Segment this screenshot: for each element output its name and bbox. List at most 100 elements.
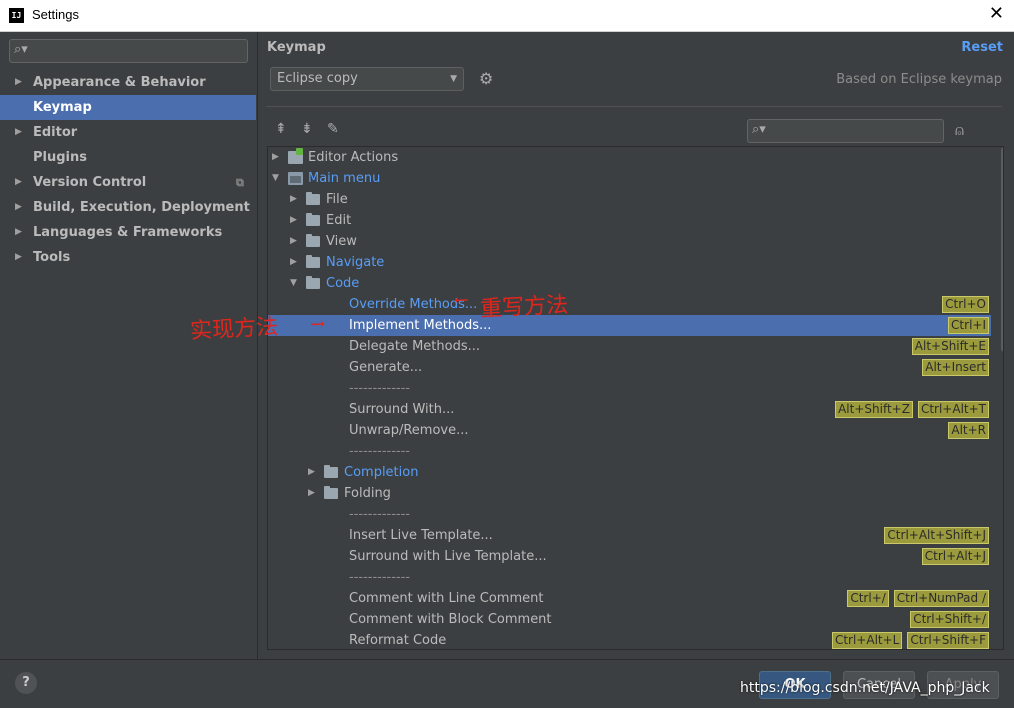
sidebar-item-label: Languages & Frameworks <box>33 225 223 240</box>
based-on-label: Based on Eclipse keymap <box>836 72 1002 87</box>
keymap-select[interactable]: Eclipse copy ▼ <box>270 67 464 91</box>
tree-row[interactable]: Generate... Alt+Insert <box>268 357 991 378</box>
tree-row[interactable]: Comment with Line Comment Ctrl+/Ctrl+NumP… <box>268 588 991 609</box>
settings-search-input[interactable] <box>36 41 240 61</box>
tree-row-label: Reformat Code <box>349 633 447 648</box>
tree-row[interactable]: Implement Methods... Ctrl+I <box>268 315 991 336</box>
tree-row[interactable]: Comment with Block Comment Ctrl+Shift+/ <box>268 609 991 630</box>
tree-row-label: Comment with Line Comment <box>349 591 544 606</box>
tree-row-label: Code <box>326 276 360 291</box>
action-tree: ▶ Editor Actions ▼ Main menu ▶ File ▶ Edit ▶ View… <box>267 146 1004 650</box>
find-by-shortcut-icon[interactable]: ⍝ <box>955 121 964 139</box>
shortcut-list: Ctrl+Alt+Shift+J <box>884 525 989 546</box>
shortcut-list: Alt+Insert <box>922 357 989 378</box>
edit-shortcut-icon[interactable]: ✎ <box>327 121 339 137</box>
tree-row[interactable]: ▶ View <box>268 231 991 252</box>
reset-link[interactable]: Reset <box>961 40 1003 55</box>
chevron-down-icon[interactable]: ▼ <box>290 273 297 294</box>
tree-row[interactable]: Surround With... Alt+Shift+Z Ctrl+Alt+T <box>268 399 991 420</box>
chevron-right-icon[interactable]: ▶ <box>15 170 22 195</box>
tree-row-label: File <box>326 192 348 207</box>
project-level-icon: ⧉ <box>236 176 244 189</box>
chevron-right-icon[interactable]: ▶ <box>15 70 22 95</box>
collapse-all-icon[interactable]: ⇟ <box>301 121 313 137</box>
chevron-right-icon[interactable]: ▶ <box>15 220 22 245</box>
chevron-right-icon[interactable]: ▶ <box>308 462 315 483</box>
chevron-right-icon[interactable]: ▶ <box>290 210 297 231</box>
shortcut-badge: Alt+R <box>948 422 989 439</box>
tree-row-label: ------------- <box>349 444 410 459</box>
chevron-right-icon[interactable]: ▶ <box>290 189 297 210</box>
tree-row[interactable]: ▼ Code <box>268 273 991 294</box>
tree-row[interactable]: Surround with Live Template... Ctrl+Alt+J <box>268 546 991 567</box>
tree-row-label: View <box>326 234 357 249</box>
sidebar-item-appearance-behavior[interactable]: ▶ Appearance & Behavior <box>0 70 256 95</box>
window-title: Settings <box>32 7 79 22</box>
actions-icon <box>288 148 303 164</box>
sidebar-item-plugins[interactable]: Plugins <box>0 145 256 170</box>
shortcut-badge: Alt+Shift+Z <box>835 401 913 418</box>
tree-row[interactable]: Delegate Methods... Alt+Shift+E <box>268 336 991 357</box>
settings-sidebar: ⌕▾ ▶ Appearance & Behavior Keymap ▶ Editor Pl… <box>0 32 258 659</box>
tree-row[interactable]: Reformat Code Ctrl+Alt+L Ctrl+Shift+F <box>268 630 991 649</box>
sidebar-item-keymap[interactable]: Keymap <box>0 95 256 120</box>
tree-row[interactable]: ▶ Folding <box>268 483 991 504</box>
tree-row-label: Surround With... <box>349 402 455 417</box>
sidebar-item-label: Tools <box>33 250 71 265</box>
tree-row-label: Completion <box>344 465 419 480</box>
sidebar-item-build-execution-deployment[interactable]: ▶ Build, Execution, Deployment <box>0 195 256 220</box>
chevron-right-icon[interactable]: ▶ <box>15 195 22 220</box>
tree-row[interactable]: ▶ File <box>268 189 991 210</box>
page-title: Keymap <box>267 40 326 55</box>
annotation-implement: 实现方法 <box>189 314 279 345</box>
settings-search[interactable]: ⌕▾ <box>9 39 248 63</box>
keymap-panel: Keymap Reset Eclipse copy ▼ ⚙ Based on E… <box>190 32 1014 659</box>
arrow-left-annotation-icon: ← <box>453 289 470 312</box>
shortcut-badge: Ctrl+Alt+Shift+J <box>884 527 989 544</box>
folder-icon <box>306 213 320 226</box>
separator-row: ------------- <box>268 441 991 462</box>
sidebar-item-tools[interactable]: ▶ Tools <box>0 245 256 270</box>
shortcut-badge: Ctrl+O <box>942 296 989 313</box>
tree-row[interactable]: ▶ Edit <box>268 210 991 231</box>
keymap-filter[interactable]: ⌕▾ <box>747 119 944 143</box>
separator-row: ------------- <box>268 378 991 399</box>
tree-row[interactable]: ▶ Editor Actions <box>268 147 991 168</box>
tree-row-label: Insert Live Template... <box>349 528 493 543</box>
intellij-logo-icon: IJ <box>9 8 24 23</box>
tree-row[interactable]: Override Methods... Ctrl+O <box>268 294 991 315</box>
chevron-right-icon[interactable]: ▶ <box>15 245 22 270</box>
shortcut-list: Ctrl+I <box>948 315 989 336</box>
chevron-right-icon[interactable]: ▶ <box>272 147 279 168</box>
tree-row[interactable]: Unwrap/Remove... Alt+R <box>268 420 991 441</box>
tree-row[interactable]: ▶ Navigate <box>268 252 991 273</box>
sidebar-item-label: Build, Execution, Deployment <box>33 200 250 215</box>
chevron-right-icon[interactable]: ▶ <box>290 252 297 273</box>
keymap-select-value: Eclipse copy <box>277 71 358 86</box>
shortcut-list: Ctrl+Shift+/ <box>910 609 989 630</box>
scrollbar[interactable] <box>1001 147 1003 352</box>
tree-row-label: Folding <box>344 486 391 501</box>
tree-row[interactable]: Insert Live Template... Ctrl+Alt+Shift+J <box>268 525 991 546</box>
expand-all-icon[interactable]: ⇞ <box>275 121 287 137</box>
shortcut-list: Ctrl+/Ctrl+NumPad / <box>847 588 989 609</box>
sidebar-item-editor[interactable]: ▶ Editor <box>0 120 256 145</box>
chevron-right-icon[interactable]: ▶ <box>308 483 315 504</box>
tree-row[interactable]: ▼ Main menu <box>268 168 991 189</box>
chevron-right-icon[interactable]: ▶ <box>15 120 22 145</box>
keymap-filter-input[interactable] <box>774 121 938 141</box>
annotation-override: 重写方法 <box>479 292 569 323</box>
sidebar-item-languages-frameworks[interactable]: ▶ Languages & Frameworks <box>0 220 256 245</box>
close-icon[interactable]: ✕ <box>989 4 1004 24</box>
folder-icon <box>306 192 320 205</box>
shortcut-list: Alt+Shift+E <box>911 336 989 357</box>
title-bar: IJ Settings ✕ <box>0 0 1014 32</box>
chevron-right-icon[interactable]: ▶ <box>290 231 297 252</box>
tree-row[interactable]: ▶ Completion <box>268 462 991 483</box>
gear-icon[interactable]: ⚙ <box>479 69 493 88</box>
help-button[interactable]: ? <box>15 672 37 694</box>
sidebar-item-version-control[interactable]: ▶ Version Control ⧉ <box>0 170 256 195</box>
chevron-down-icon[interactable]: ▼ <box>272 168 279 189</box>
folder-icon <box>306 255 320 268</box>
tree-row-label: Implement Methods... <box>349 318 492 333</box>
